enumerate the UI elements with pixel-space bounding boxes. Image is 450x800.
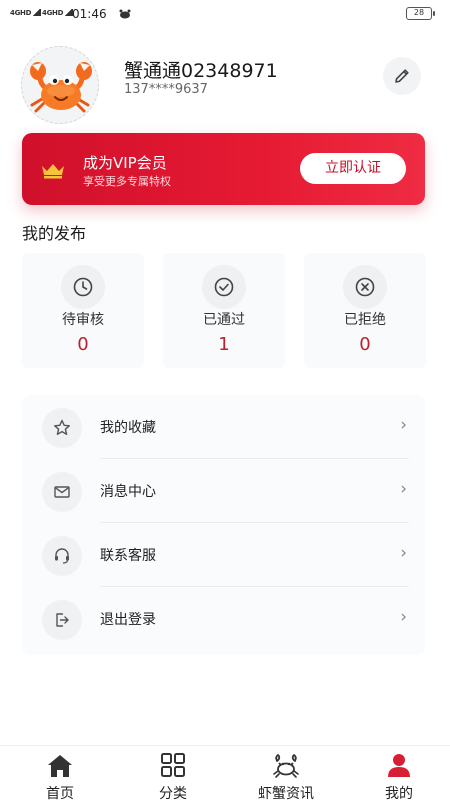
menu-label: 消息中心: [100, 484, 156, 500]
stat-count: 1: [218, 334, 230, 355]
nav-item-crab-news[interactable]: 虾蟹资讯: [246, 746, 326, 800]
headset-icon: [55, 548, 69, 564]
avatar[interactable]: [21, 46, 99, 124]
menu-item-messages[interactable]: 消息中心 ›: [22, 459, 409, 523]
signal-label-1: 4GHD: [10, 9, 32, 17]
stat-count: 0: [359, 334, 371, 355]
signal-indicator-2: 4GHD: [42, 9, 74, 17]
signal-label-2: 4GHD: [42, 9, 64, 17]
app-notification-icon: [119, 9, 131, 19]
grid-icon: [161, 753, 185, 777]
nav-label: 首页: [46, 786, 74, 800]
verify-now-button[interactable]: 立即认证: [300, 153, 406, 184]
vip-title: 成为VIP会员: [83, 154, 167, 172]
stat-rejected[interactable]: 已拒绝 0: [304, 253, 426, 368]
logout-icon: [56, 613, 69, 627]
menu-icon-wrapper: [42, 408, 82, 448]
stat-label: 已拒绝: [344, 312, 386, 328]
stat-approved[interactable]: 已通过 1: [163, 253, 285, 368]
crab-mascot-icon: [30, 62, 92, 113]
chevron-right-icon: ›: [400, 607, 407, 627]
my-posts-title: 我的发布: [22, 224, 87, 243]
crown-icon: [42, 164, 64, 179]
check-circle-icon: [214, 277, 234, 297]
signal-indicator-1: 4GHD: [10, 9, 42, 17]
status-bar: 4GHD 4GHD 01:46 28: [0, 0, 450, 30]
x-circle-icon: [355, 277, 375, 297]
stat-label: 已通过: [203, 312, 245, 328]
vip-banner[interactable]: 成为VIP会员 享受更多专属特权 立即认证: [22, 133, 425, 205]
home-icon: [48, 755, 72, 777]
menu-label: 我的收藏: [100, 420, 156, 436]
crab-icon: [273, 754, 299, 778]
user-phone: 137****9637: [124, 82, 208, 97]
signal-bars-icon: [32, 9, 42, 16]
stat-icon-wrapper: [343, 265, 387, 309]
chevron-right-icon: ›: [400, 543, 407, 563]
nav-label: 分类: [159, 786, 187, 800]
nav-label: 虾蟹资讯: [258, 786, 314, 800]
edit-profile-button[interactable]: [383, 57, 421, 95]
stat-icon-wrapper: [61, 265, 105, 309]
clock-icon: [73, 277, 93, 297]
chevron-right-icon: ›: [400, 479, 407, 499]
user-name: 蟹通通02348971: [124, 60, 278, 82]
mail-icon: [54, 486, 70, 498]
battery-indicator: 28: [406, 7, 435, 20]
pencil-icon: [395, 69, 409, 83]
menu-label: 退出登录: [100, 612, 156, 628]
menu-item-customer-service[interactable]: 联系客服 ›: [22, 523, 409, 587]
nav-label: 我的: [385, 786, 413, 800]
menu-icon-wrapper: [42, 472, 82, 512]
menu-item-logout[interactable]: 退出登录 ›: [22, 587, 409, 651]
nav-item-mine[interactable]: 我的: [359, 746, 439, 800]
stat-pending-review[interactable]: 待审核 0: [22, 253, 144, 368]
star-icon: [54, 419, 70, 435]
menu-icon-wrapper: [42, 600, 82, 640]
menu-label: 联系客服: [100, 548, 156, 564]
chevron-right-icon: ›: [400, 415, 407, 435]
stat-label: 待审核: [62, 312, 104, 328]
bottom-nav: 首页 分类 虾蟹资讯 我的: [0, 745, 450, 800]
menu-item-favorites[interactable]: 我的收藏 ›: [22, 395, 409, 459]
user-icon: [388, 754, 410, 777]
stat-icon-wrapper: [202, 265, 246, 309]
nav-item-categories[interactable]: 分类: [133, 746, 213, 800]
vip-subtitle: 享受更多专属特权: [83, 175, 171, 188]
menu-icon-wrapper: [42, 536, 82, 576]
nav-item-home[interactable]: 首页: [20, 746, 100, 800]
stat-count: 0: [77, 334, 89, 355]
battery-level: 28: [413, 8, 425, 17]
status-time: 01:46: [72, 7, 107, 21]
